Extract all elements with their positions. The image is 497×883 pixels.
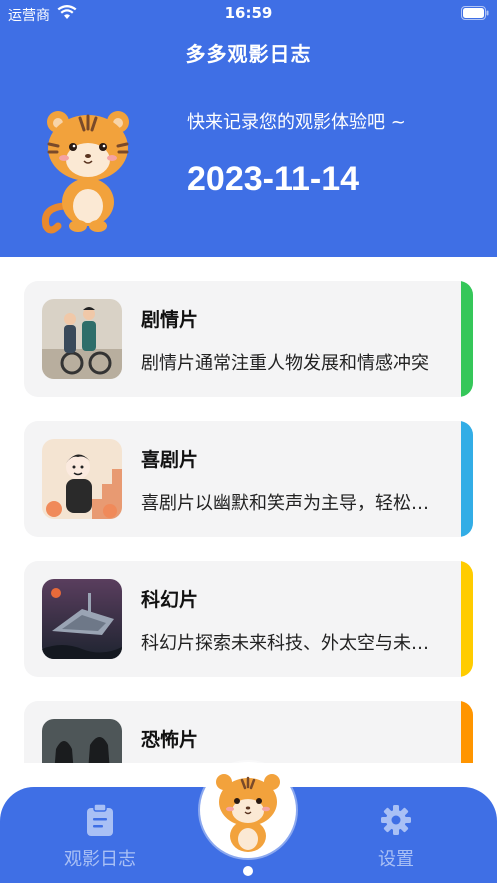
gear-icon [381, 805, 411, 835]
genre-title: 剧情片 [141, 309, 199, 331]
active-indicator-dot [243, 866, 253, 876]
clipboard-icon [87, 803, 113, 836]
current-date: 2023-11-14 [187, 160, 360, 198]
center-mascot-button[interactable] [200, 762, 296, 858]
app-title: 多多观影日志 [185, 42, 312, 66]
genre-title: 恐怖片 [141, 729, 199, 751]
comedy-thumbnail [42, 439, 122, 519]
genre-card-drama[interactable]: 剧情片 剧情片通常注重人物发展和情感冲突 [24, 281, 473, 397]
tagline: 快来记录您的观影体验吧 ~ [187, 112, 406, 133]
battery-icon [461, 6, 489, 20]
genre-title: 科幻片 [141, 589, 199, 611]
genre-list[interactable]: 剧情片 剧情片通常注重人物发展和情感冲突 喜剧片 喜剧片以幽默和笑声为主导，轻松… [0, 257, 497, 763]
clock: 16:59 [224, 4, 273, 22]
genre-accent-stripe [461, 561, 473, 677]
genre-card-comedy[interactable]: 喜剧片 喜剧片以幽默和笑声为主导，轻松愉快 [24, 421, 473, 537]
genre-accent-stripe [461, 421, 473, 537]
genre-accent-stripe [461, 701, 473, 763]
tab-viewing-log[interactable]: 观影日志 [30, 787, 170, 883]
tiger-mascot-icon [41, 111, 129, 234]
horror-thumbnail [42, 719, 122, 763]
drama-thumbnail [42, 299, 122, 379]
scifi-thumbnail [42, 579, 122, 659]
genre-description: 喜剧片以幽默和笑声为主导，轻松愉快 [141, 493, 437, 514]
genre-accent-stripe [461, 281, 473, 397]
genre-description: 剧情片通常注重人物发展和情感冲突 [141, 353, 429, 374]
genre-description: 科幻片探索未来科技、外太空与未知世界 [141, 633, 437, 654]
tab-settings[interactable]: 设置 [326, 787, 466, 883]
tiger-mascot-icon [216, 774, 280, 852]
status-bar: 运营商 16:59 [0, 0, 497, 26]
genre-card-horror[interactable]: 恐怖片 [24, 701, 473, 763]
genre-title: 喜剧片 [141, 449, 199, 471]
genre-card-scifi[interactable]: 科幻片 科幻片探索未来科技、外太空与未知世界 [24, 561, 473, 677]
header: 运营商 16:59 多多观影日志 快来记录您的观影体验吧 ~ 2023-11-1… [0, 0, 497, 257]
tab-label: 设置 [378, 849, 414, 870]
tab-label: 观影日志 [64, 849, 136, 870]
